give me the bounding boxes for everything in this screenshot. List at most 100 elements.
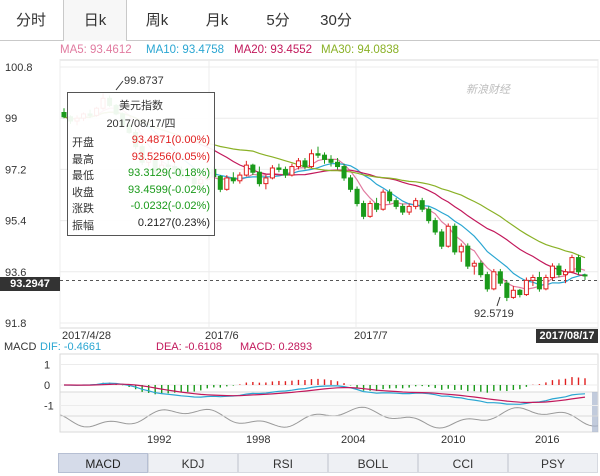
- candle-body: [569, 257, 575, 273]
- macd-axis-label: -1: [44, 401, 54, 413]
- candle-body: [452, 225, 458, 253]
- candle-body: [504, 282, 510, 298]
- candle-body: [335, 161, 341, 168]
- candle-body: [217, 176, 223, 190]
- ohlc-tooltip: 美元指数 2017/08/17/四 开盘 93.4871(0.00%) 最高 93.5…: [67, 92, 215, 236]
- candle-body: [387, 191, 393, 202]
- candle-body: [406, 205, 412, 213]
- overview-year-label: 2016: [535, 434, 559, 446]
- candle-body: [575, 257, 582, 273]
- tab-rsi[interactable]: RSI: [238, 453, 328, 473]
- candle-body: [289, 166, 295, 176]
- sina-watermark: 新浪财经: [466, 83, 511, 96]
- candle-body: [341, 166, 347, 179]
- tab-boll[interactable]: BOLL: [328, 453, 418, 473]
- tab-psy[interactable]: PSY: [508, 453, 598, 473]
- candle-body: [465, 245, 471, 267]
- candle-body: [354, 188, 360, 205]
- candle-body: [413, 200, 419, 207]
- candle-body: [250, 164, 256, 173]
- candle-body: [328, 158, 334, 163]
- price-tick-label: 99: [5, 113, 17, 125]
- candle-body: [295, 160, 301, 168]
- candle-body: [439, 231, 445, 247]
- candle-body: [361, 203, 367, 217]
- candle-body: [315, 153, 321, 156]
- tab-cci[interactable]: CCI: [418, 453, 508, 473]
- cursor-date-tag: 2017/08/17: [536, 329, 598, 343]
- tooltip-value: 93.4871(0.00%): [131, 134, 210, 146]
- candle-body: [517, 289, 523, 296]
- tooltip-date: 2017/08/17/四: [106, 118, 176, 130]
- candle-body: [432, 220, 438, 233]
- macd-legend-item: DIF: -0.4661: [40, 341, 101, 353]
- candle-body: [419, 200, 425, 210]
- candle-body: [497, 271, 503, 284]
- tooltip-label: 开盘: [72, 137, 94, 149]
- candle-body: [478, 262, 484, 276]
- tooltip-title: 美元指数: [119, 100, 163, 112]
- tab-macd[interactable]: MACD: [58, 453, 148, 473]
- candle-body: [308, 153, 314, 168]
- indicator-tab-bar: MACD KDJ RSI BOLL CCI PSY: [58, 453, 598, 473]
- candle-body: [282, 168, 288, 176]
- price-tick-label: 100.8: [5, 62, 33, 74]
- candle-body: [400, 205, 406, 213]
- candle-body: [536, 276, 542, 290]
- price-tick-label: 97.2: [5, 164, 26, 176]
- overview-pane: [59, 391, 599, 433]
- candle-body: [263, 177, 269, 185]
- candle-body: [348, 177, 354, 190]
- candle-body: [471, 262, 477, 267]
- candle-body: [243, 164, 249, 176]
- tooltip-label: 振幅: [72, 219, 94, 232]
- date-label: 2017/6: [205, 330, 239, 342]
- date-label: 2017/4/28: [62, 330, 111, 342]
- candle-body: [523, 279, 529, 296]
- tab-kdj[interactable]: KDJ: [148, 453, 238, 473]
- candle-body: [367, 203, 373, 217]
- candle-body: [269, 167, 275, 179]
- price-tick-label: 95.4: [5, 216, 26, 228]
- high-annotation: 99.8737: [124, 75, 164, 87]
- tooltip-label: 收盘: [72, 186, 94, 199]
- kline-chart[interactable]: 1992 1998 2004 2010 2016 MACD DIF: -0.4661 DEA…: [0, 0, 600, 476]
- low-annotation: 92.5719: [474, 308, 514, 320]
- tooltip-label: 最低: [72, 170, 94, 182]
- macd-legend-item: DEA: -0.6108: [156, 341, 222, 353]
- candle-body: [230, 177, 236, 182]
- candle-body: [562, 271, 568, 276]
- overview-year-label: 1992: [147, 434, 171, 446]
- overview-year-label: 2010: [441, 434, 465, 446]
- tooltip-label: 最高: [72, 153, 94, 166]
- overview-selection-handle: [592, 392, 598, 432]
- tooltip-value: 93.5256(0.05%): [131, 150, 210, 163]
- tooltip-value: 0.2127(0.23%): [137, 216, 210, 229]
- tooltip-value: -0.0232(-0.02%): [130, 200, 211, 212]
- overview-year-label: 1998: [246, 434, 270, 446]
- current-price-tag: 93.2947: [0, 277, 60, 291]
- candle-body: [256, 171, 262, 185]
- tooltip-value: 93.4599(-0.02%): [128, 183, 210, 196]
- candle-body: [445, 225, 451, 247]
- macd-legend-item: MACD: 0.2893: [240, 341, 312, 353]
- candle-body: [458, 245, 464, 253]
- candle-body: [510, 289, 516, 298]
- candle-body: [276, 167, 282, 170]
- macd-axis-label: 1: [44, 360, 50, 372]
- candle-body: [321, 154, 328, 160]
- low-annotation-pointer: [496, 296, 501, 307]
- candle-body: [484, 274, 490, 290]
- candle-body: [224, 177, 230, 190]
- candle-body: [491, 271, 497, 290]
- candle-body: [543, 276, 549, 290]
- candle-body: [556, 265, 562, 276]
- tooltip-value: 93.3129(-0.18%): [128, 167, 210, 179]
- candle-body: [380, 191, 386, 210]
- candle-body: [302, 160, 308, 168]
- candle-body: [582, 274, 588, 277]
- overview-year-label: 2004: [341, 434, 365, 446]
- price-tick-label: 91.8: [5, 318, 26, 330]
- candle-body: [61, 112, 67, 118]
- candle-body: [426, 208, 432, 222]
